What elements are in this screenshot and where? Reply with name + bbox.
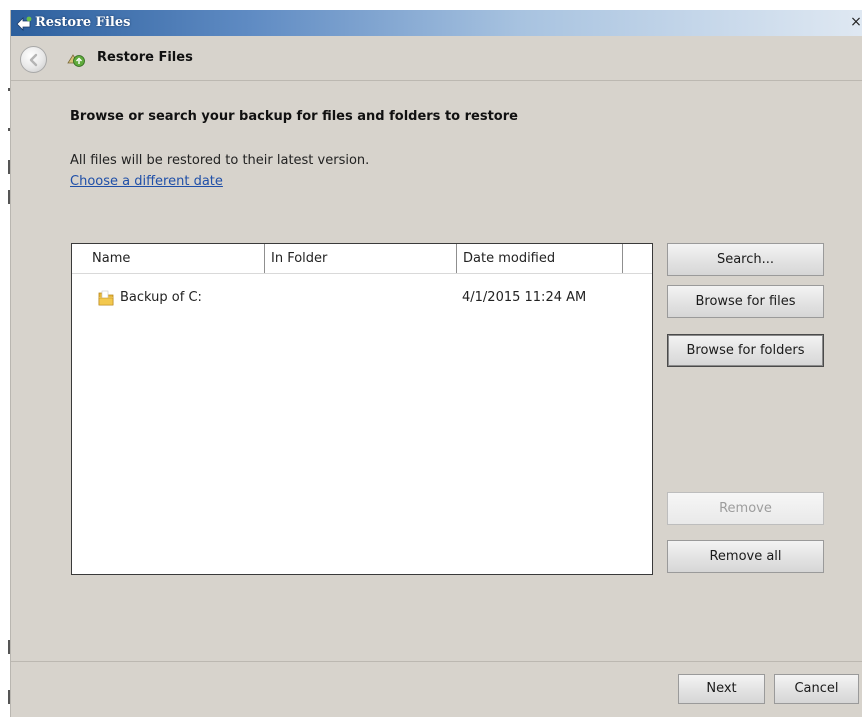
remove-button[interactable]: Remove — [667, 492, 824, 525]
back-button[interactable] — [20, 46, 47, 73]
restore-files-icon — [66, 51, 88, 73]
search-button[interactable]: Search... — [667, 243, 824, 276]
title-bar[interactable]: Restore Files × — [11, 10, 862, 36]
close-button[interactable]: × — [849, 15, 862, 31]
divider — [11, 80, 862, 81]
browse-for-files-button[interactable]: Browse for files — [667, 285, 824, 318]
restore-files-icon — [15, 15, 33, 35]
column-header-empty[interactable] — [623, 244, 652, 273]
column-header-name[interactable]: Name — [72, 244, 265, 273]
restore-files-window: Restore Files × Restore Files Browse or … — [10, 10, 862, 717]
back-arrow-icon — [29, 53, 38, 67]
backup-file-list[interactable]: Name In Folder Date modified Backup of C… — [71, 243, 653, 575]
column-header-in-folder[interactable]: In Folder — [265, 244, 457, 273]
list-header: Name In Folder Date modified — [72, 244, 652, 274]
page-title: Restore Files — [97, 50, 193, 65]
list-item-name: Backup of C: — [120, 290, 202, 305]
divider — [11, 661, 862, 662]
choose-different-date-link[interactable]: Choose a different date — [70, 174, 223, 189]
instruction-heading: Browse or search your backup for files a… — [70, 109, 518, 124]
list-item[interactable]: Backup of C: 4/1/2015 11:24 AM — [72, 285, 652, 311]
navigation-bar: Restore Files — [11, 36, 862, 80]
next-button[interactable]: Next — [678, 674, 765, 704]
cancel-button[interactable]: Cancel — [774, 674, 859, 704]
window-title: Restore Files — [35, 15, 131, 30]
remove-all-button[interactable]: Remove all — [667, 540, 824, 573]
folder-icon — [98, 289, 116, 311]
info-text: All files will be restored to their late… — [70, 153, 370, 168]
column-header-date-modified[interactable]: Date modified — [457, 244, 623, 273]
browse-for-folders-button[interactable]: Browse for folders — [667, 334, 824, 367]
list-item-date: 4/1/2015 11:24 AM — [462, 290, 587, 305]
